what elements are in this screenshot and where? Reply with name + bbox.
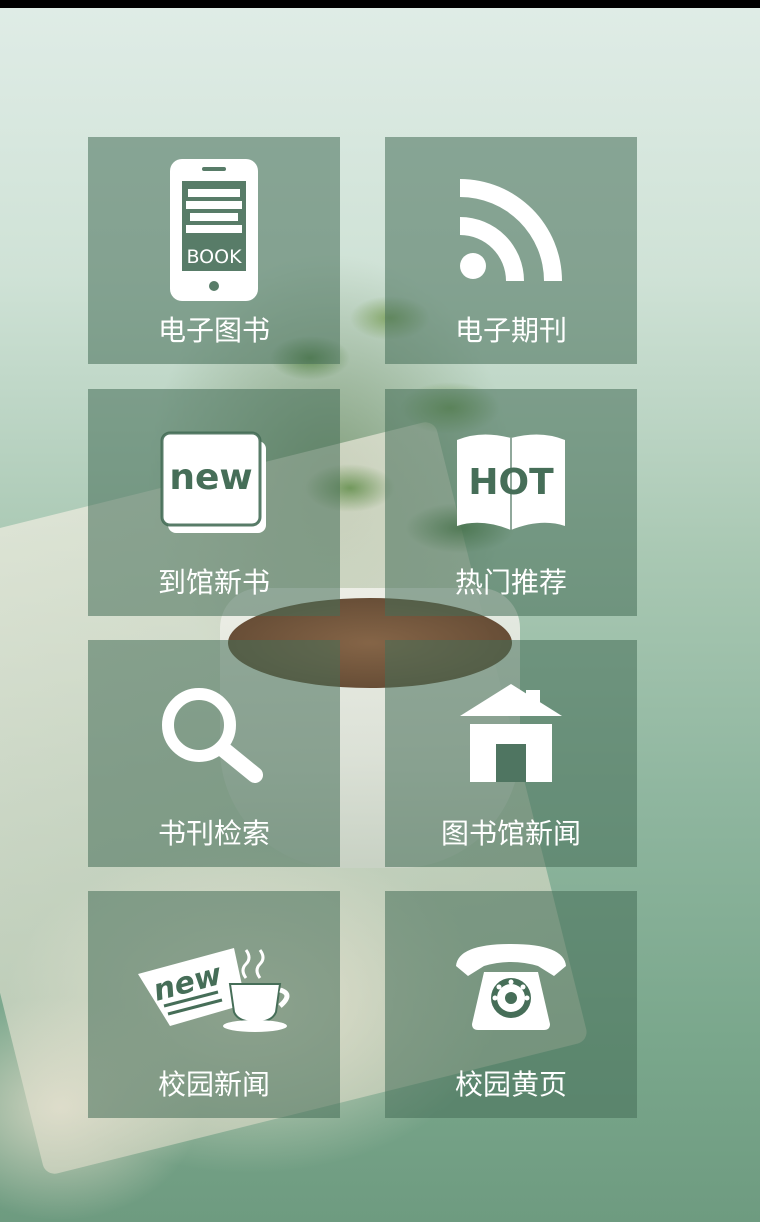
- tile-ejournals-label: 电子期刊: [454, 314, 567, 347]
- news-coffee-icon: new: [88, 909, 340, 1059]
- tile-catalog-search-label: 书刊检索: [157, 817, 270, 850]
- hot-book-icon: HOT: [385, 407, 637, 557]
- ebook-icon-text: BOOK: [186, 246, 242, 268]
- ebook-phone-icon: BOOK: [88, 155, 340, 305]
- tile-new-arrivals-label: 到馆新书: [157, 566, 270, 599]
- new-book-icon-text: new: [169, 457, 252, 498]
- new-book-icon: new: [88, 407, 340, 557]
- house-icon: [385, 658, 637, 808]
- tile-library-news-label: 图书馆新闻: [440, 817, 581, 850]
- telephone-icon: [385, 909, 637, 1059]
- tile-ebooks[interactable]: BOOK 电子图书: [88, 137, 340, 364]
- app-screen: BOOK 电子图书 电子期刊 new 到馆新书 HOT 热门推荐 书刊检索 图书…: [0, 0, 760, 1222]
- tile-catalog-search[interactable]: 书刊检索: [88, 640, 340, 867]
- menu-grid: BOOK 电子图书 电子期刊 new 到馆新书 HOT 热门推荐 书刊检索 图书…: [0, 0, 760, 1222]
- tile-campus-directory[interactable]: 校园黄页: [385, 891, 637, 1118]
- tile-campus-news[interactable]: new 校园新闻: [88, 891, 340, 1118]
- search-icon: [88, 658, 340, 808]
- tile-new-arrivals[interactable]: new 到馆新书: [88, 389, 340, 616]
- tile-ebooks-label: 电子图书: [157, 314, 270, 347]
- tile-campus-news-label: 校园新闻: [157, 1068, 270, 1101]
- tile-hot-recommend-label: 热门推荐: [454, 566, 567, 599]
- tile-campus-directory-label: 校园黄页: [454, 1068, 567, 1101]
- tile-library-news[interactable]: 图书馆新闻: [385, 640, 637, 867]
- status-bar: [0, 0, 760, 8]
- tile-hot-recommend[interactable]: HOT 热门推荐: [385, 389, 637, 616]
- hot-book-icon-text: HOT: [468, 462, 554, 503]
- tile-ejournals[interactable]: 电子期刊: [385, 137, 637, 364]
- rss-icon: [385, 155, 637, 305]
